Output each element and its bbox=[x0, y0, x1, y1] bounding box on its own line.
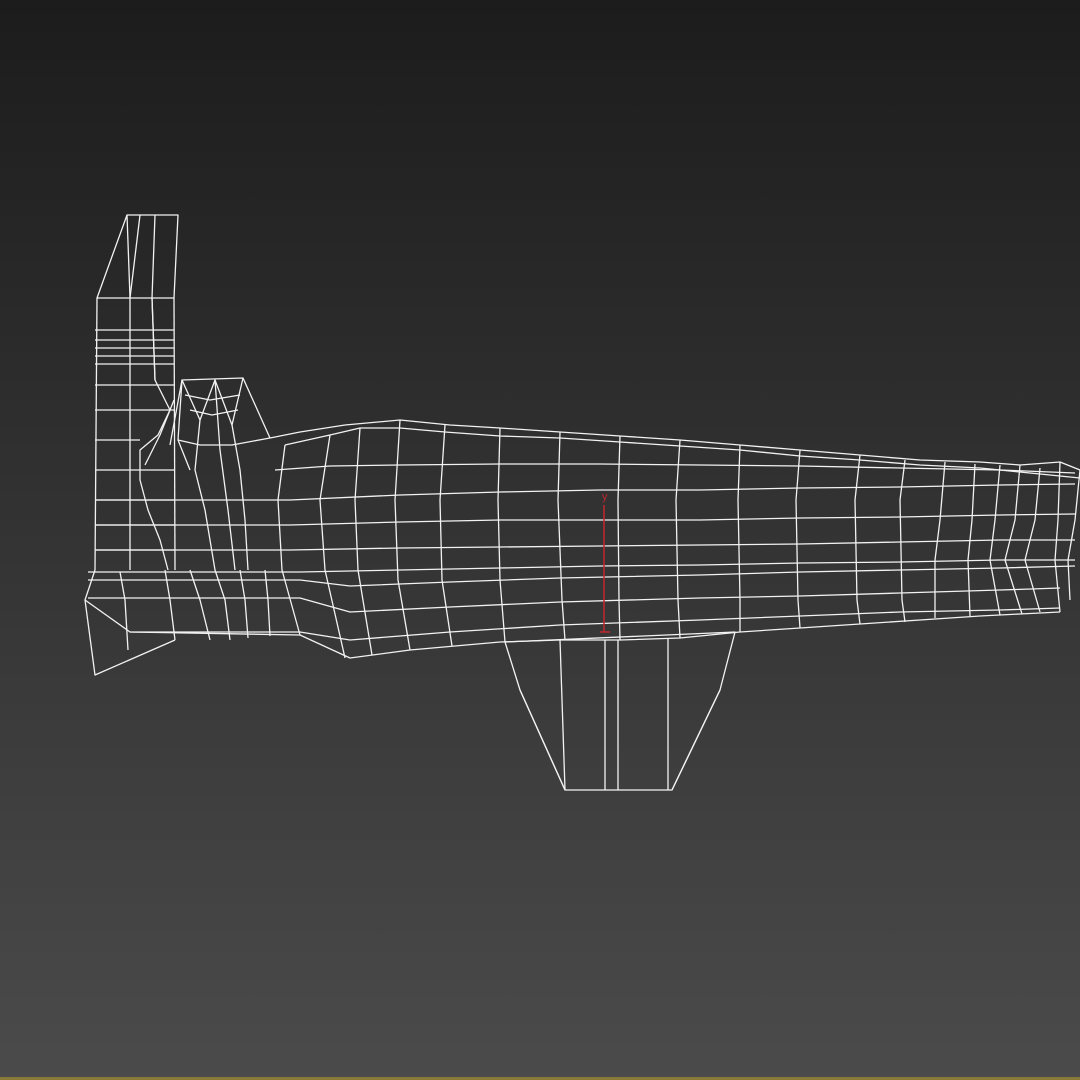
lower-grip-wireframe bbox=[504, 631, 736, 791]
pivot-gizmo[interactable]: y bbox=[600, 491, 610, 633]
pivot-y-label: y bbox=[602, 491, 608, 503]
rear-post-wireframe bbox=[94, 214, 179, 571]
wireframe-model[interactable]: y bbox=[0, 0, 1080, 1080]
rear-hump-wireframe bbox=[169, 377, 271, 571]
3d-viewport[interactable]: y bbox=[0, 0, 1080, 1080]
barrel-body-wireframe bbox=[84, 419, 1080, 676]
